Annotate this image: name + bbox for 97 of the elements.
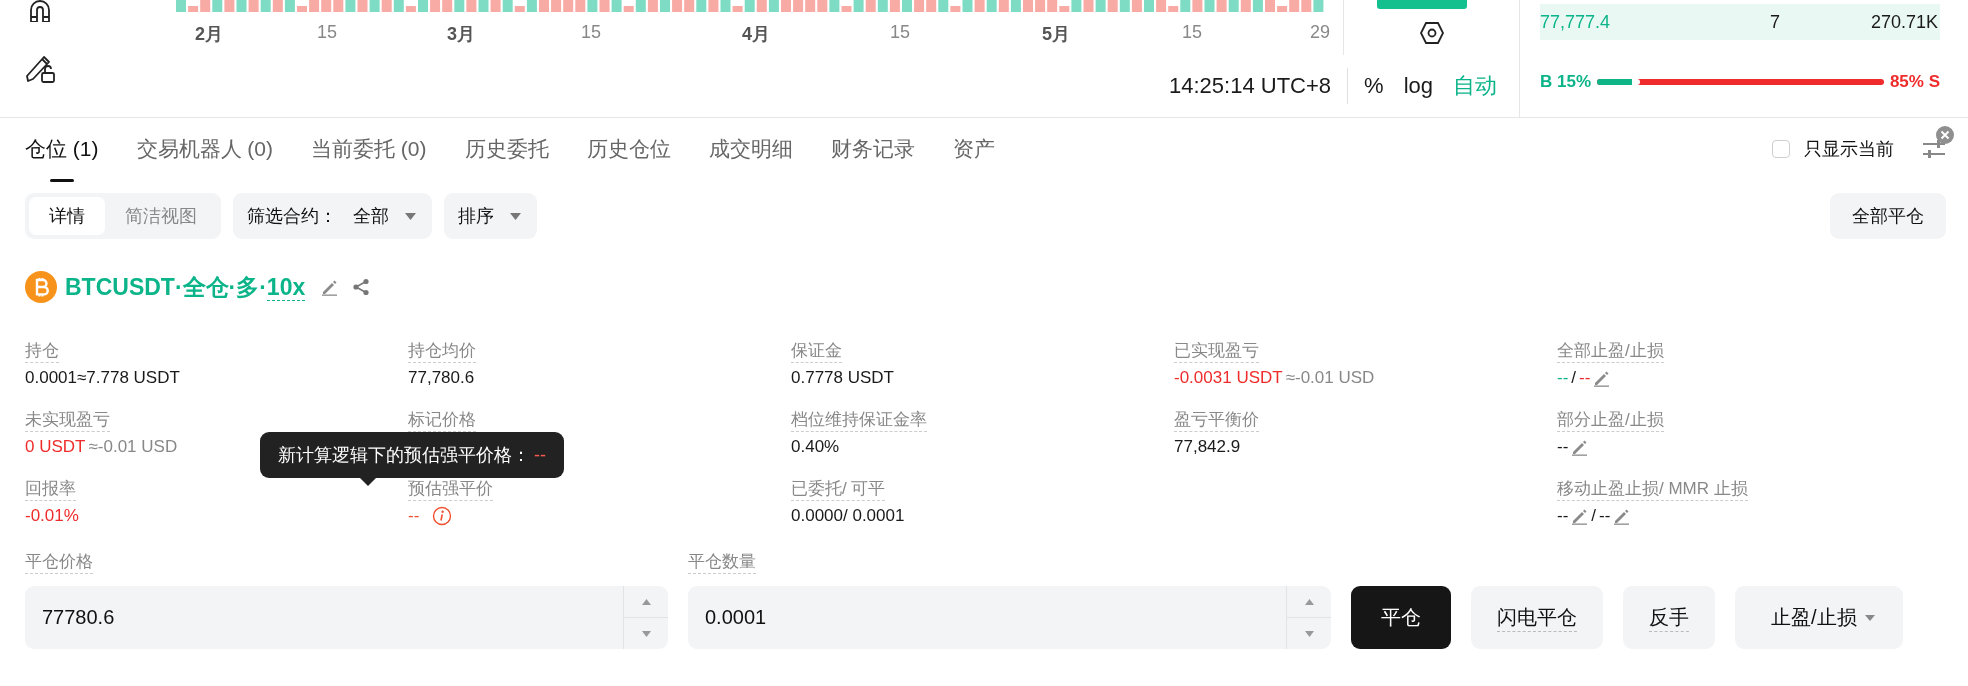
field-value: ≈-0.01 USD — [1285, 368, 1375, 388]
edit-icon[interactable] — [1593, 369, 1611, 387]
field-value: 0.7778 USDT — [791, 368, 894, 388]
down-arrow-icon — [641, 630, 651, 637]
field-label: 已实现盈亏 — [1174, 340, 1259, 363]
edit-icon[interactable] — [1571, 507, 1589, 525]
action-button[interactable]: 闪电平仓 — [1471, 586, 1603, 649]
scale-option[interactable]: log — [1403, 73, 1433, 99]
close-icon[interactable] — [1936, 126, 1954, 144]
order-price: 77,777.4 — [1540, 11, 1612, 33]
info-icon[interactable] — [432, 506, 453, 526]
field-label: 盈亏平衡价 — [1174, 409, 1259, 432]
filter-label: 筛选合约： — [247, 205, 337, 228]
field-label: 回报率 — [25, 478, 76, 501]
field-label: 持仓 — [25, 340, 59, 363]
edit-icon[interactable] — [1571, 438, 1589, 456]
sort-dropdown[interactable]: 排序 — [444, 193, 537, 239]
price-input-field[interactable]: 77780.6 — [25, 586, 623, 649]
hexagon-settings-icon[interactable] — [1419, 22, 1444, 44]
field-value: 0.0001≈7.778 USDT — [25, 368, 180, 388]
field-value: -- — [1557, 368, 1569, 388]
field-value: 77,842.9 — [1174, 437, 1241, 457]
field-label: 未实现盈亏 — [25, 409, 110, 432]
action-button[interactable]: 止盈/止损 — [1735, 586, 1903, 649]
field-label: 平仓数量 — [688, 551, 756, 574]
tab[interactable]: 资产 — [952, 129, 995, 169]
field-value: -- — [408, 506, 420, 526]
field-value: -- — [1557, 437, 1569, 457]
filter-settings-icon[interactable] — [1922, 139, 1946, 159]
field-label: 移动止盈止损/ MMR 止损 — [1557, 478, 1748, 501]
tab[interactable]: 成交明细 — [708, 129, 793, 169]
view-option[interactable]: 详情 — [29, 197, 105, 235]
tab[interactable]: 财务记录 — [830, 129, 915, 169]
sort-label: 排序 — [458, 205, 494, 228]
checkbox-label: 只显示当前 — [1804, 138, 1894, 161]
action-button[interactable]: 反手 — [1623, 586, 1715, 649]
chart-time: 14:25:14 UTC+8 — [1169, 73, 1333, 99]
tab[interactable]: 仓位 (1) — [25, 129, 99, 169]
field-value: -- — [1579, 368, 1591, 388]
contract-filter-dropdown[interactable]: 筛选合约： 全部 — [233, 193, 432, 239]
axis-label: 15 — [317, 22, 338, 43]
field-label: 持仓均价 — [408, 340, 476, 363]
caret-icon — [1864, 614, 1875, 621]
axis-label: 2月 — [195, 23, 223, 46]
edit-icon[interactable] — [1613, 507, 1631, 525]
field-label: 保证金 — [791, 340, 842, 363]
axis-label: 15 — [1182, 22, 1203, 43]
tooltip-text: 新计算逻辑下的预估强平价格： — [278, 445, 530, 465]
up-arrow-icon — [1304, 598, 1314, 605]
bitcoin-logo — [25, 271, 57, 303]
edit-icon[interactable] — [321, 278, 339, 296]
field-value: -0.01% — [25, 506, 79, 526]
field-value: -0.0031 USDT — [1174, 368, 1283, 388]
quantity-input-field[interactable]: 0.0001 — [688, 586, 1286, 649]
field-label: 档位维持保证金率 — [791, 409, 927, 432]
axis-label: 15 — [890, 22, 911, 43]
order-quantity: 7 — [1770, 11, 1781, 33]
order-book-row[interactable]: 77,777.4 7 270.71K — [1540, 4, 1940, 40]
position-symbol: BTCUSDT·全仓·多· — [65, 272, 267, 302]
scale-option[interactable]: % — [1364, 73, 1384, 99]
field-value: / — [1571, 368, 1577, 388]
buy-ratio: B 15% — [1540, 72, 1592, 92]
close-all-button[interactable]: 全部平仓 — [1830, 193, 1946, 239]
tooltip-value: -- — [534, 445, 546, 465]
axis-label: 29 — [1310, 22, 1331, 43]
field-label: 部分止盈/止损 — [1557, 409, 1664, 432]
up-arrow-icon — [641, 598, 651, 605]
field-value: -- — [1599, 506, 1611, 526]
axis-label: 3月 — [447, 23, 475, 46]
tab[interactable]: 当前委托 (0) — [311, 129, 427, 169]
axis-label: 15 — [581, 22, 602, 43]
tab[interactable]: 交易机器人 (0) — [136, 129, 273, 169]
field-label: 平仓价格 — [25, 551, 93, 574]
tab[interactable]: 历史委托 — [464, 129, 549, 169]
field-value: 77,780.6 — [408, 368, 475, 388]
field-value: 0.40% — [791, 437, 840, 457]
caret-icon — [405, 212, 416, 220]
field-value: / — [1591, 506, 1597, 526]
magnet-icon[interactable] — [27, 0, 53, 22]
tab[interactable]: 历史仓位 — [586, 129, 671, 169]
field-value: 0 USDT — [25, 437, 86, 457]
field-value: 0.0000/ 0.0001 — [791, 506, 905, 526]
checkbox[interactable] — [1772, 140, 1790, 158]
field-value: -- — [1557, 506, 1569, 526]
share-icon[interactable] — [352, 278, 371, 296]
axis-label: 5月 — [1042, 23, 1070, 46]
field-label: 全部止盈/止损 — [1557, 340, 1664, 363]
action-button[interactable]: 平仓 — [1351, 586, 1451, 649]
field-value: ≈-0.01 USD — [88, 437, 178, 457]
sell-ratio: 85% S — [1889, 72, 1940, 92]
filter-value: 全部 — [353, 205, 389, 228]
axis-label: 4月 — [742, 23, 770, 46]
field-label: 已委托/ 可平 — [791, 478, 886, 501]
tab-underline — [49, 179, 74, 182]
down-arrow-icon — [1304, 630, 1314, 637]
caret-icon — [510, 212, 521, 220]
order-total: 270.71K — [1869, 11, 1938, 33]
